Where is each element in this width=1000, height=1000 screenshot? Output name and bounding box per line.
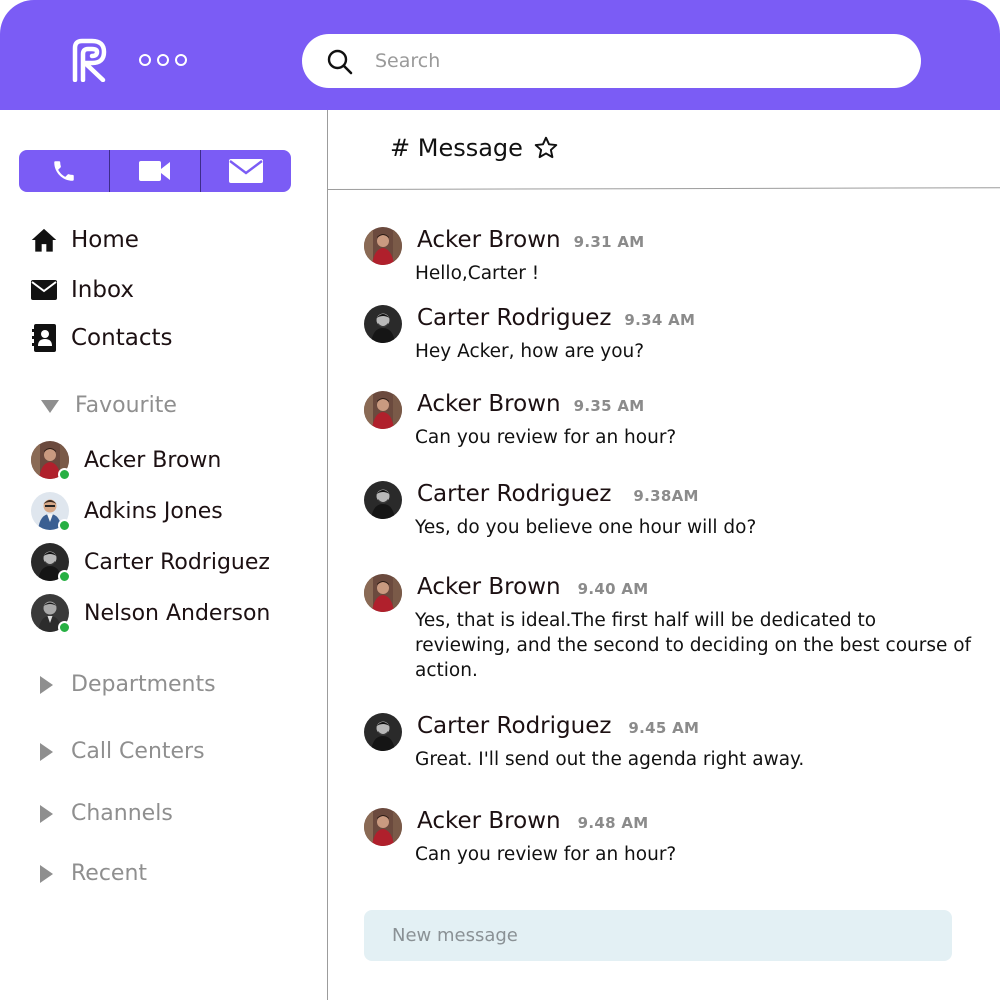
sender-name[interactable]: Carter Rodriguez — [417, 305, 611, 331]
quick-actions-bar — [19, 150, 291, 192]
avatar — [31, 492, 71, 532]
message-header: Carter Rodriguez 9.34 AM — [417, 305, 695, 331]
dot-icon — [139, 54, 151, 66]
mail-button[interactable] — [201, 150, 291, 192]
channel-header: # Message — [390, 134, 559, 162]
favourite-contact[interactable]: Nelson Anderson — [31, 593, 271, 634]
contact-name: Nelson Anderson — [84, 600, 271, 626]
sender-name[interactable]: Acker Brown — [417, 808, 561, 834]
message-text: Can you review for an hour? — [415, 427, 677, 448]
section-departments[interactable]: Departments — [36, 672, 216, 697]
caret-down-icon — [40, 396, 60, 416]
timestamp: 9.40 AM — [577, 580, 649, 598]
avatar[interactable] — [364, 574, 402, 612]
search-icon — [327, 49, 353, 75]
contacts-book-icon — [30, 324, 58, 352]
timestamp: 9.38AM — [633, 487, 699, 505]
timestamp: 9.45 AM — [628, 719, 700, 737]
message-text: Hey Acker, how are you? — [415, 341, 645, 362]
online-status-dot — [58, 468, 71, 481]
message-composer[interactable] — [364, 910, 952, 961]
channel-title: # Message — [390, 134, 523, 162]
star-icon[interactable] — [533, 135, 559, 161]
online-status-dot — [58, 519, 71, 532]
section-label: Departments — [71, 672, 216, 697]
nav-label: Home — [71, 227, 139, 253]
favourite-contact[interactable]: Acker Brown — [31, 440, 222, 481]
phone-icon — [54, 161, 74, 181]
message-header: Acker Brown 9.35 AM — [417, 391, 644, 417]
message-text: Can you review for an hour? — [415, 844, 677, 865]
mail-icon — [229, 159, 263, 183]
window-dots-icon[interactable] — [139, 54, 187, 66]
sender-name[interactable]: Acker Brown — [417, 574, 561, 600]
header-divider — [327, 187, 1000, 190]
avatar[interactable] — [364, 305, 402, 343]
message-header: Carter Rodriguez 9.45 AM — [417, 713, 699, 739]
message-text: Great. I'll send out the agenda right aw… — [415, 749, 805, 770]
contact-name: Carter Rodriguez — [84, 549, 270, 575]
message-text: Hello,Carter ! — [415, 263, 540, 284]
avatar[interactable] — [364, 713, 402, 751]
nav-item-home[interactable]: Home — [30, 224, 139, 256]
caret-right-icon — [36, 864, 56, 884]
contact-name: Acker Brown — [84, 447, 222, 473]
caret-right-icon — [36, 742, 56, 762]
new-message-input[interactable] — [392, 920, 932, 950]
section-label: Favourite — [75, 393, 177, 418]
avatar[interactable] — [364, 808, 402, 846]
avatar — [31, 441, 71, 481]
timestamp: 9.34 AM — [624, 311, 696, 329]
avatar[interactable] — [364, 481, 402, 519]
video-icon — [139, 161, 170, 181]
sender-name[interactable]: Acker Brown — [417, 227, 561, 253]
favourite-contact[interactable]: Adkins Jones — [31, 491, 223, 532]
sidebar-divider — [327, 110, 328, 1000]
message-header: Acker Brown 9.31 AM — [417, 227, 644, 253]
favourite-contact[interactable]: Carter Rodriguez — [31, 542, 270, 583]
contact-name: Adkins Jones — [84, 498, 223, 524]
avatar — [31, 543, 71, 583]
app-logo[interactable] — [70, 38, 110, 82]
online-status-dot — [58, 570, 71, 583]
sender-name[interactable]: Carter Rodriguez — [417, 713, 611, 739]
search-bar[interactable] — [302, 34, 921, 88]
sidebar: Home Inbox Contacts Favourite Acker Brow… — [0, 110, 327, 1000]
section-label: Recent — [71, 861, 148, 886]
home-icon — [30, 226, 58, 254]
call-button[interactable] — [19, 150, 110, 192]
envelope-icon — [30, 276, 58, 304]
top-bar — [0, 0, 1000, 110]
timestamp: 9.35 AM — [573, 397, 645, 415]
section-favourite[interactable]: Favourite — [40, 393, 177, 418]
caret-right-icon — [36, 675, 56, 695]
nav-label: Inbox — [71, 277, 134, 303]
section-channels[interactable]: Channels — [36, 801, 173, 826]
caret-right-icon — [36, 804, 56, 824]
sender-name[interactable]: Acker Brown — [417, 391, 561, 417]
message-header: Acker Brown 9.48 AM — [417, 808, 648, 834]
sender-name[interactable]: Carter Rodriguez — [417, 481, 611, 507]
dot-icon — [175, 54, 187, 66]
message-text: Yes, do you believe one hour will do? — [415, 517, 757, 538]
video-call-button[interactable] — [110, 150, 201, 192]
message-text: Yes, that is ideal.The first half will b… — [415, 610, 972, 681]
timestamp: 9.48 AM — [577, 814, 649, 832]
dot-icon — [157, 54, 169, 66]
section-call-centers[interactable]: Call Centers — [36, 739, 205, 764]
nav-item-contacts[interactable]: Contacts — [30, 322, 172, 354]
nav-label: Contacts — [71, 325, 173, 351]
message-header: Acker Brown 9.40 AM — [417, 574, 648, 600]
avatar — [31, 594, 71, 634]
nav-item-inbox[interactable]: Inbox — [30, 274, 134, 306]
avatar[interactable] — [364, 227, 402, 265]
online-status-dot — [58, 621, 71, 634]
search-input[interactable] — [375, 44, 895, 78]
timestamp: 9.31 AM — [573, 233, 645, 251]
message-header: Carter Rodriguez 9.38AM — [417, 481, 699, 507]
avatar[interactable] — [364, 391, 402, 429]
section-label: Channels — [71, 801, 173, 826]
section-label: Call Centers — [71, 739, 205, 764]
section-recent[interactable]: Recent — [36, 861, 147, 886]
